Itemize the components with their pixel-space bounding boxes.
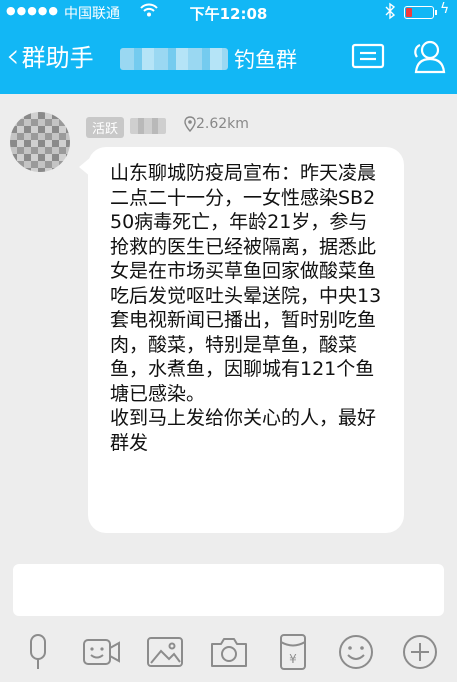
blurred-name bbox=[120, 48, 228, 70]
bluetooth-icon bbox=[384, 2, 396, 24]
chevron-left-icon: ‹ bbox=[6, 35, 20, 76]
activity-badge: 活跃 bbox=[86, 117, 125, 138]
distance-label: 2.62km bbox=[184, 116, 249, 132]
sender-avatar[interactable] bbox=[10, 112, 70, 172]
svg-text:¥: ¥ bbox=[289, 652, 297, 666]
camera-icon[interactable] bbox=[209, 632, 249, 672]
status-bar: ●●●●● 中国联通 下午12:08 ϟ bbox=[0, 0, 457, 24]
smile-icon[interactable] bbox=[336, 632, 376, 672]
plus-icon[interactable] bbox=[400, 632, 440, 672]
emoji-video-icon[interactable] bbox=[82, 632, 122, 672]
group-members-button[interactable] bbox=[408, 36, 448, 76]
chat-title: 钓鱼群 bbox=[120, 44, 297, 74]
distance-value: 2.62km bbox=[196, 116, 249, 132]
message-text: 山东聊城防疫局宣布：昨天凌晨二点二十一分，一女性感染SB250病毒死亡，年龄21… bbox=[110, 162, 382, 454]
chat-toolbar: ¥ bbox=[0, 628, 457, 678]
image-icon[interactable] bbox=[145, 632, 185, 672]
blurred-sender-name bbox=[130, 118, 166, 134]
message-bubble[interactable]: 山东聊城防疫局宣布：昨天凌晨二点二十一分，一女性感染SB250病毒死亡，年龄21… bbox=[79, 147, 404, 533]
group-profile-button[interactable] bbox=[350, 40, 386, 72]
back-button[interactable]: ‹ 群助手 bbox=[6, 38, 94, 73]
back-label: 群助手 bbox=[21, 44, 94, 72]
charging-icon: ϟ bbox=[440, 1, 450, 17]
microphone-icon[interactable] bbox=[18, 632, 58, 672]
people-icon bbox=[414, 40, 446, 74]
message-input[interactable] bbox=[13, 564, 444, 616]
group-name: 钓鱼群 bbox=[234, 48, 297, 72]
battery-icon bbox=[404, 6, 437, 19]
location-pin-icon bbox=[184, 116, 196, 132]
nav-bar: ‹ 群助手 钓鱼群 bbox=[0, 24, 457, 94]
header-bar: ●●●●● 中国联通 下午12:08 ϟ ‹ 群助手 钓鱼群 bbox=[0, 0, 457, 94]
red-packet-icon[interactable]: ¥ bbox=[273, 632, 313, 672]
profile-card-icon bbox=[351, 43, 385, 69]
